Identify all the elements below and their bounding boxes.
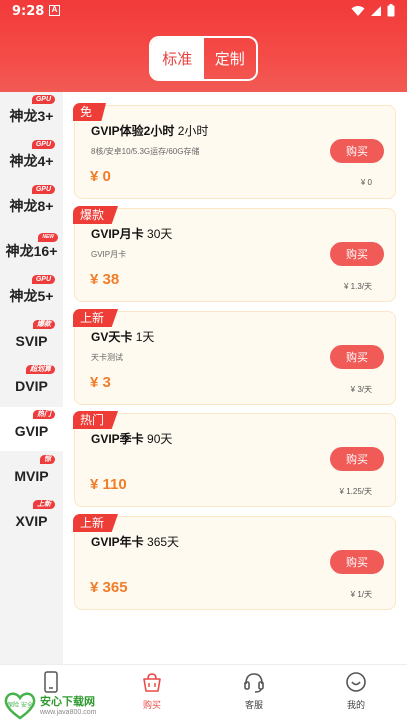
buy-button[interactable]: 购买 (330, 345, 384, 369)
gpu-badge: GPU (31, 95, 55, 104)
sidebar-item-shenlong16[interactable]: 神龙16+ NEW (0, 227, 63, 271)
nav-label: 购买 (142, 700, 161, 710)
gpu-badge: GPU (31, 140, 55, 149)
sidebar-item-label: 神龙4+ (9, 153, 54, 169)
product-card-monthly: 爆款 GVIP月卡 30天 GVIP月卡 ¥ 38 购买 ¥ 1.3/天 (73, 206, 396, 302)
plan-type-toggle: 标准 定制 (149, 36, 258, 81)
product-description: 天卡测试 (91, 353, 123, 362)
status-icons (351, 4, 395, 17)
nav-label: 客服 (244, 700, 263, 710)
sidebar-item-label: GVIP (14, 423, 49, 439)
product-name: GVIP季卡 (91, 432, 144, 446)
basket-icon (143, 673, 161, 692)
sidebar-item-dvip[interactable]: DVIP 超划算 (0, 362, 63, 406)
product-price: ¥ 38 (90, 271, 120, 288)
product-name: GV天卡 (91, 330, 133, 344)
new-badge: NEW (38, 233, 58, 242)
surprise-badge: 惊 (40, 455, 55, 464)
sidebar-item-label: SVIP (15, 333, 48, 349)
sidebar-item-label: XVIP (15, 513, 48, 529)
buy-button[interactable]: 购买 (330, 139, 384, 163)
battery-icon (387, 4, 395, 17)
nav-item-support[interactable]: 客服 (224, 671, 284, 711)
unit-price: ¥ 1.25/天 (339, 487, 372, 496)
hot-sale-tag: 爆款 (73, 206, 119, 224)
status-bar: 9:28 A (0, 0, 407, 24)
unit-price: ¥ 1.3/天 (343, 282, 372, 291)
watermark-name: 安心下载网 (40, 696, 95, 708)
buy-button[interactable]: 购买 (330, 447, 384, 471)
unit-price: ¥ 3/天 (350, 385, 372, 394)
sidebar-item-label: 神龙16+ (5, 243, 58, 259)
product-card-quarterly: 热门 GVIP季卡 90天 ¥ 110 购买 ¥ 1.25/天 (73, 411, 396, 507)
sidebar-item-xvip[interactable]: XVIP 上新 (0, 497, 63, 541)
sidebar-item-label: MVIP (14, 468, 49, 484)
sidebar-item-label: 神龙3+ (9, 108, 54, 124)
sidebar-item-mvip[interactable]: MVIP 惊 (0, 452, 63, 496)
product-duration: 2小时 (177, 124, 209, 138)
sidebar-item-shenlong4[interactable]: 神龙4+ GPU (0, 137, 63, 181)
product-price: ¥ 365 (90, 579, 128, 596)
signal-icon (371, 5, 381, 16)
product-card-daily: 上新 GV天卡 1天 天卡测试 ¥ 3 购买 ¥ 3/天 (73, 309, 396, 405)
sidebar-item-svip[interactable]: SVIP 爆款 (0, 317, 63, 361)
product-card-trial: 免 GVIP体验2小时 2小时 8核/安卓10/5.3G运存/60G存储 ¥ 0… (73, 103, 396, 199)
watermark-url: www.java800.com (40, 709, 97, 716)
status-time: 9:28 (12, 4, 45, 19)
sidebar-item-shenlong3[interactable]: 神龙3+ GPU (0, 92, 63, 136)
heart-logo-icon: 保险 安全 (4, 692, 36, 720)
nav-item-buy[interactable]: 购买 (122, 671, 182, 711)
new-arrival-tag: 上新 (73, 514, 119, 532)
product-title: GVIP月卡 30天 (91, 225, 172, 242)
product-duration: 30天 (147, 227, 173, 241)
sidebar-item-shenlong8[interactable]: 神龙8+ GPU (0, 182, 63, 226)
wifi-icon (351, 5, 365, 16)
popular-badge: 热门 (33, 410, 55, 419)
new-arrival-badge: 上新 (33, 500, 55, 509)
sidebar-item-label: 神龙5+ (9, 288, 54, 304)
category-sidebar: 神龙3+ GPU 神龙4+ GPU 神龙8+ GPU 神龙16+ NEW 神龙5… (0, 92, 63, 664)
product-price: ¥ 0 (90, 168, 111, 185)
product-duration: 90天 (147, 432, 173, 446)
site-watermark: 保险 安全 安心下载网 www.java800.com (3, 690, 113, 722)
gpu-badge: GPU (31, 185, 55, 194)
sidebar-item-shenlong5[interactable]: 神龙5+ GPU (0, 272, 63, 316)
tab-custom[interactable]: 定制 (204, 38, 257, 79)
nav-item-profile[interactable]: 我的 (326, 671, 386, 711)
tab-standard[interactable]: 标准 (151, 38, 204, 79)
header: 9:28 A 标准 定制 (0, 0, 407, 92)
watermark-logo-text: 保险 安全 (7, 701, 33, 709)
popular-tag: 热门 (73, 411, 119, 429)
product-card-yearly: 上新 GVIP年卡 365天 ¥ 365 购买 ¥ 1/天 (73, 514, 396, 610)
notification-icon: A (49, 5, 60, 16)
product-name: GVIP体验2小时 (91, 124, 175, 138)
product-duration: 365天 (147, 535, 180, 549)
headset-icon (244, 673, 264, 693)
product-price: ¥ 3 (90, 374, 111, 391)
bargain-badge: 超划算 (26, 365, 55, 374)
new-arrival-tag: 上新 (73, 309, 119, 327)
product-title: GV天卡 1天 (91, 328, 154, 345)
buy-button[interactable]: 购买 (330, 242, 384, 266)
unit-price: ¥ 1/天 (350, 590, 372, 599)
buy-button[interactable]: 购买 (330, 550, 384, 574)
product-price: ¥ 110 (90, 476, 127, 493)
hot-sale-badge: 爆款 (33, 320, 55, 329)
product-title: GVIP体验2小时 2小时 (91, 122, 208, 139)
product-title: GVIP季卡 90天 (91, 430, 172, 447)
free-tag: 免 (73, 103, 107, 121)
product-title: GVIP年卡 365天 (91, 533, 179, 550)
sidebar-item-label: 神龙8+ (9, 198, 54, 214)
unit-price: ¥ 0 (360, 178, 372, 187)
product-description: 8核/安卓10/5.3G运存/60G存储 (91, 147, 200, 156)
product-name: GVIP年卡 (91, 535, 144, 549)
product-name: GVIP月卡 (91, 227, 144, 241)
sidebar-item-gvip[interactable]: GVIP 热门 (0, 407, 63, 451)
gpu-badge: GPU (31, 275, 55, 284)
nav-label: 我的 (346, 700, 365, 710)
product-description: GVIP月卡 (91, 250, 127, 259)
product-duration: 1天 (135, 330, 155, 344)
profile-icon (346, 672, 366, 692)
sidebar-item-label: DVIP (15, 378, 48, 394)
